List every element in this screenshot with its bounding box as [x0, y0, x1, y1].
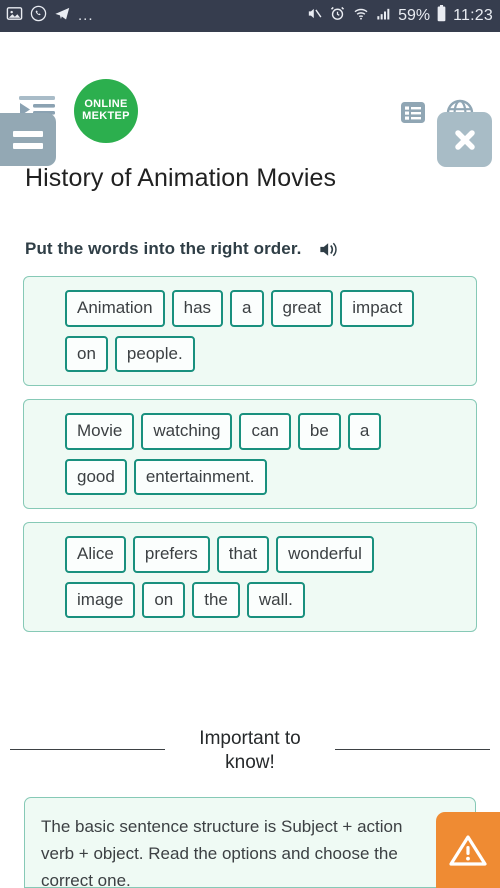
- sentence-panel: Animation has a great impact on people.: [23, 276, 477, 387]
- online-mektep-logo[interactable]: ONLINE MEKTEP: [74, 79, 138, 143]
- telegram-icon: [54, 5, 71, 27]
- sentence-panels: Animation has a great impact on people. Movie wa…: [23, 276, 477, 645]
- word-chip[interactable]: watching: [141, 413, 233, 450]
- word-chip[interactable]: be: [297, 413, 341, 450]
- status-bar: ... 59% 11:23: [0, 0, 500, 32]
- word-chip[interactable]: the: [192, 581, 240, 619]
- word-chip[interactable]: prefers: [132, 536, 210, 573]
- important-label-line2: know!: [225, 752, 275, 774]
- wifi-icon: [352, 5, 370, 27]
- sidebar-toggle-tab[interactable]: [0, 113, 56, 166]
- sentence-panel: Alice prefers that wonderful image on the wall.: [23, 522, 477, 633]
- word-chip[interactable]: great: [270, 290, 334, 327]
- warning-badge[interactable]: [436, 812, 500, 888]
- word-chip[interactable]: Movie: [65, 413, 135, 450]
- status-bar-left: ...: [6, 5, 101, 27]
- battery-icon: [436, 5, 447, 27]
- word-chip[interactable]: on: [65, 335, 108, 373]
- whatsapp-icon: [30, 5, 47, 27]
- menu-lines-icon-second: [13, 142, 43, 149]
- hint-box: The basic sentence structure is Subject …: [24, 797, 476, 888]
- word-chip[interactable]: can: [239, 413, 291, 450]
- signal-icon: [376, 5, 392, 27]
- clock-time: 11:23: [453, 7, 493, 24]
- app-root: ... 59% 11:23 ONLINE MEKTEP History of A…: [0, 0, 500, 888]
- list-icon[interactable]: [400, 100, 426, 131]
- word-chip-row: Alice prefers that wonderful: [65, 536, 476, 582]
- word-chip-row: good entertainment.: [65, 458, 476, 496]
- important-label-line1: Important to: [199, 728, 301, 749]
- word-chip-row: Animation has a great impact: [65, 290, 476, 336]
- word-chip[interactable]: people.: [114, 335, 195, 373]
- word-chip[interactable]: has: [171, 290, 224, 327]
- word-chip[interactable]: entertainment.: [133, 458, 267, 496]
- word-chip[interactable]: impact: [340, 290, 415, 327]
- task-instruction-text: Put the words into the right order.: [25, 239, 302, 258]
- word-chip[interactable]: that: [216, 536, 270, 573]
- menu-lines-icon: [13, 130, 43, 137]
- word-chip[interactable]: good: [65, 458, 127, 496]
- warning-triangle-icon: [449, 835, 487, 866]
- hint-text: The basic sentence structure is Subject …: [41, 817, 403, 888]
- logo-line-2: MEKTEP: [82, 110, 130, 122]
- speaker-icon[interactable]: [318, 240, 340, 259]
- status-overflow-dots: ...: [78, 7, 94, 24]
- alarm-icon: [329, 5, 346, 27]
- word-chip-row: Movie watching can be a: [65, 413, 476, 459]
- word-chip[interactable]: image: [65, 581, 136, 619]
- battery-percent: 59%: [398, 7, 431, 24]
- word-chip-row: on people.: [65, 335, 476, 373]
- important-to-know-divider: Important to know!: [0, 727, 500, 773]
- word-chip[interactable]: Animation: [65, 290, 165, 327]
- mute-icon: [306, 5, 323, 27]
- task-instruction: Put the words into the right order.: [25, 239, 340, 259]
- app-header: ONLINE MEKTEP: [0, 32, 500, 143]
- divider-left: [10, 748, 165, 750]
- status-bar-right: 59% 11:23: [300, 5, 493, 27]
- word-chip[interactable]: on: [142, 581, 186, 619]
- important-to-know-label: Important to know!: [165, 727, 335, 776]
- word-chip[interactable]: Alice: [65, 536, 126, 573]
- word-chip[interactable]: wall.: [246, 581, 305, 619]
- close-icon: [454, 129, 475, 150]
- sentence-panel: Movie watching can be a good entertainment.: [23, 399, 477, 510]
- close-button[interactable]: [437, 112, 492, 167]
- image-icon: [6, 5, 23, 27]
- word-chip[interactable]: a: [347, 413, 382, 450]
- page-title: History of Animation Movies: [25, 164, 337, 192]
- word-chip-row: image on the wall.: [65, 581, 476, 619]
- divider-right: [335, 748, 490, 750]
- word-chip[interactable]: wonderful: [276, 536, 374, 573]
- word-chip[interactable]: a: [230, 290, 264, 327]
